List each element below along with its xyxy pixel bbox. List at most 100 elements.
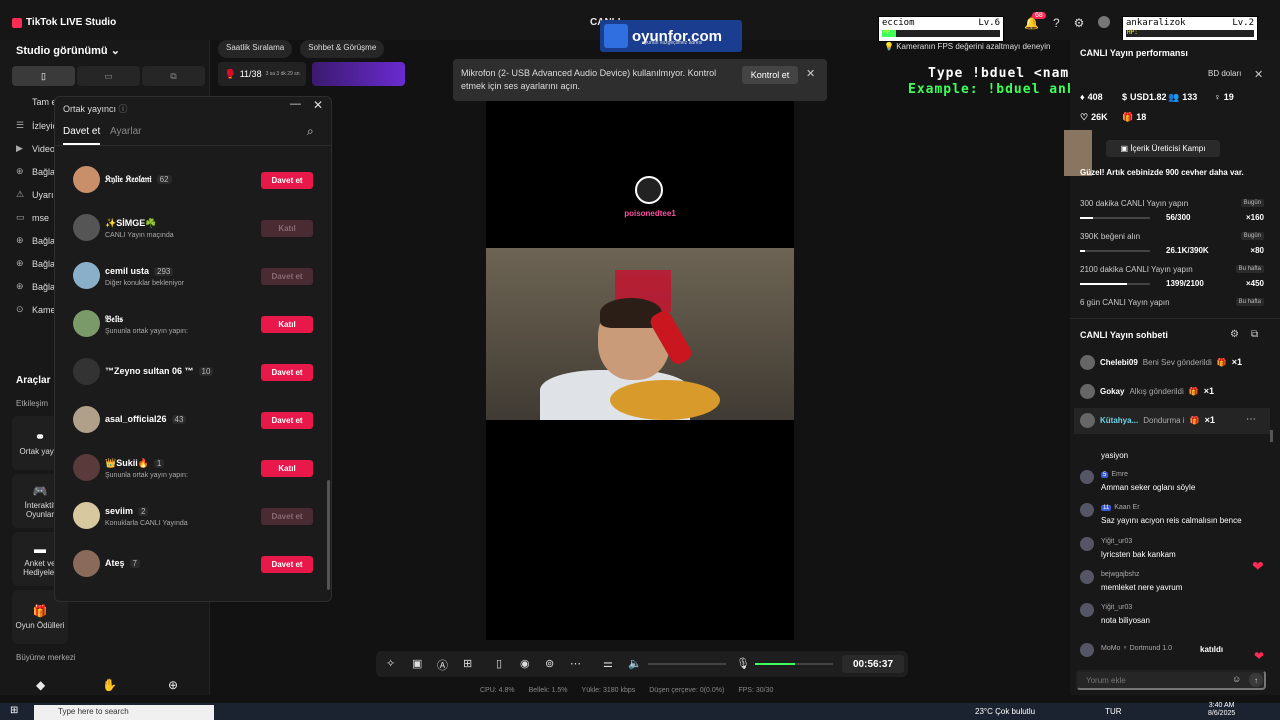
notification-badge: 68 [1032, 12, 1046, 19]
ai-icon[interactable]: Ⓐ [437, 657, 448, 673]
weather[interactable]: 23°C Çok bulutlu [975, 707, 1035, 716]
windows-icon[interactable]: ⊞ [10, 705, 18, 716]
gear-icon[interactable]: ⚙ [1074, 16, 1085, 30]
instrument-image [610, 380, 720, 420]
gift-item[interactable]: Kütahya... Dondurma i 🎁 ×1 [1080, 410, 1215, 430]
portrait-mode-button[interactable]: ▯ [12, 66, 75, 86]
hand-icon[interactable]: ✋ [102, 678, 117, 692]
language[interactable]: TUR [1105, 707, 1121, 716]
search-icon[interactable]: ⌕ [307, 124, 314, 139]
perf-stat: $ USD1.82 [1122, 92, 1167, 102]
gift-item[interactable]: Chelebi09 Beni Sev gönderildi 🎁 ×1 [1080, 352, 1242, 372]
more-icon[interactable]: ⋯ [570, 657, 581, 670]
user-name: cemil usta 293 [105, 266, 174, 276]
perf-stat: ♡ 26K [1080, 112, 1108, 123]
help-icon[interactable]: ? [1053, 16, 1060, 30]
add-source-icon[interactable]: ⊞ [463, 657, 472, 670]
chat-user-name: bejwgajbshz [1101, 571, 1140, 578]
phone-icon[interactable]: ▯ [496, 657, 502, 670]
camera-switch-icon[interactable]: ⊚ [545, 657, 554, 670]
task-item[interactable]: 2100 dakika CANLI Yayın yapın Bu hafta 139… [1080, 265, 1264, 295]
screen-icon[interactable]: ▣ [412, 657, 422, 670]
chat-user: MoMo ♆ Dortmund 1.0 [1101, 645, 1172, 652]
chat-message[interactable]: 11 Kaan Er Saz yayını acıyon reis calmalıs… [1080, 503, 1268, 531]
avatar[interactable] [1098, 16, 1111, 28]
chat-text: katıldı [1200, 645, 1224, 654]
studio-view-dropdown[interactable]: Studio görünümü ⌄ [16, 44, 120, 57]
gamepad-icon: 🎮 [32, 483, 48, 498]
clock[interactable]: 3:40 AM 8/6/2025 [1208, 702, 1235, 718]
progress-fill [1080, 283, 1127, 285]
chat-message[interactable]: Yiğit_ur03 nota biliyosan [1080, 603, 1268, 631]
perf-stat: ♀ 19 [1214, 92, 1234, 102]
task-item[interactable]: 6 gün CANLI Yayın yapın Bu hafta [1080, 298, 1264, 328]
chat-scrollbar[interactable] [1270, 430, 1273, 442]
task-title: 2100 dakika CANLI Yayın yapın [1080, 265, 1193, 274]
level-badge: 11 [1101, 505, 1112, 511]
task-progress: 1399/2100 [1166, 279, 1204, 288]
invite-button[interactable]: Davet et [261, 556, 313, 573]
follower-count: 10 [198, 367, 214, 376]
send-icon[interactable]: ↑ [1249, 673, 1263, 687]
chat-message[interactable]: yasiyon [1080, 443, 1268, 471]
invite-button[interactable]: Davet et [261, 172, 313, 189]
progress-bar [1080, 217, 1150, 219]
target-icon[interactable]: ⊕ [168, 678, 178, 692]
tab-settings[interactable]: Ayarlar [110, 126, 142, 137]
invite-button[interactable]: Davet et [261, 268, 313, 285]
chat-message[interactable]: Yiğit_ur03 lyricsten bak kankam [1080, 537, 1268, 565]
chat-call-chip[interactable]: Sohbet & Görüşme [300, 40, 385, 58]
invite-button[interactable]: Katıl [261, 220, 313, 237]
gear-icon[interactable]: ⚙ [1230, 329, 1239, 340]
chat-user-name: MoMo ♆ Dortmund 1.0 [1101, 645, 1172, 652]
mic-slider[interactable] [755, 663, 833, 665]
source-item[interactable]: ▶ Video [16, 143, 55, 154]
creator-camp-button[interactable]: ▣ İçerik Üreticisi Kampı [1106, 140, 1220, 157]
scrollbar[interactable] [327, 480, 330, 590]
emoji-icon[interactable]: ☺ [1232, 674, 1241, 684]
effects-icon[interactable]: ✧ [386, 657, 395, 670]
close-icon[interactable]: ✕ [806, 67, 815, 80]
gift-count: ×1 [1203, 386, 1214, 396]
chat-message[interactable]: MoMo ♆ Dortmund 1.0 katıldı [1080, 643, 1268, 671]
task-item[interactable]: 390K beğeni alın Bugün 26.1K/390K ×80 [1080, 232, 1264, 262]
landscape-mode-button[interactable]: ▭ [77, 66, 140, 86]
speaker-icon[interactable]: 🔈 [628, 657, 642, 670]
gift-icon: 🎁 [32, 604, 48, 618]
shield-icon[interactable]: ◆ [36, 678, 45, 692]
invite-button[interactable]: Davet et [261, 364, 313, 381]
dual-mode-button[interactable]: ⧉ [142, 66, 205, 86]
close-icon[interactable]: ✕ [313, 98, 323, 112]
source-item[interactable]: ▭ mse [16, 212, 49, 223]
taskbar-search[interactable]: Type here to search [34, 705, 214, 720]
bulb-icon: 💡 [884, 42, 894, 51]
mixer-icon[interactable]: ⚌ [603, 657, 613, 670]
user-name-text: 𝔎𝔶𝔩𝔦𝔢 𝔎𝔢𝔬𝔩𝔞𝔫𝔦 [105, 174, 152, 184]
invite-button[interactable]: Katıl [261, 316, 313, 333]
gift-action: Alkış gönderildi [1129, 386, 1184, 396]
promo-banner[interactable] [312, 62, 405, 86]
more-icon[interactable]: ⋯ [1246, 414, 1256, 425]
task-title: 300 dakika CANLI Yayın yapın [1080, 199, 1189, 208]
hourly-ranking-chip[interactable]: Saatlik Sıralama [218, 40, 293, 58]
check-button[interactable]: Kontrol et [742, 66, 798, 84]
volume-slider[interactable] [648, 663, 726, 665]
perf-stat: 🎁 18 [1122, 112, 1146, 123]
chat-text: Amman seker oglanı söyle [1101, 483, 1196, 492]
task-item[interactable]: 300 dakika CANLI Yayın yapın Bugün 56/300 ×… [1080, 199, 1264, 229]
user-name: 𝔎𝔶𝔩𝔦𝔢 𝔎𝔢𝔬𝔩𝔞𝔫𝔦 62 [105, 174, 172, 185]
microphone-icon[interactable]: 🎙 [736, 657, 750, 670]
rank-card[interactable]: 🥊 11/38 3 sa 3 dk 29 sn [218, 62, 306, 86]
gift-item[interactable]: Gokay Alkış gönderildi 🎁 ×1 [1080, 381, 1214, 401]
close-icon[interactable]: ✕ [1254, 68, 1263, 81]
popout-icon[interactable]: ⧉ [1251, 329, 1258, 340]
invite-button[interactable]: Davet et [261, 508, 313, 525]
record-icon[interactable]: ◉ [520, 657, 530, 670]
tab-invite[interactable]: Davet et [63, 126, 101, 145]
invite-button[interactable]: Davet et [261, 412, 313, 429]
chat-message[interactable]: bejwgajbshz memleket nere yavrum [1080, 570, 1268, 598]
invite-button[interactable]: Katıl [261, 460, 313, 477]
chat-message[interactable]: 5 Emre Amman seker oglanı söyle [1080, 470, 1268, 498]
user-name-text: ™Zeyno sultan 06 ™ [105, 366, 194, 376]
minimize-icon[interactable]: — [290, 98, 301, 110]
